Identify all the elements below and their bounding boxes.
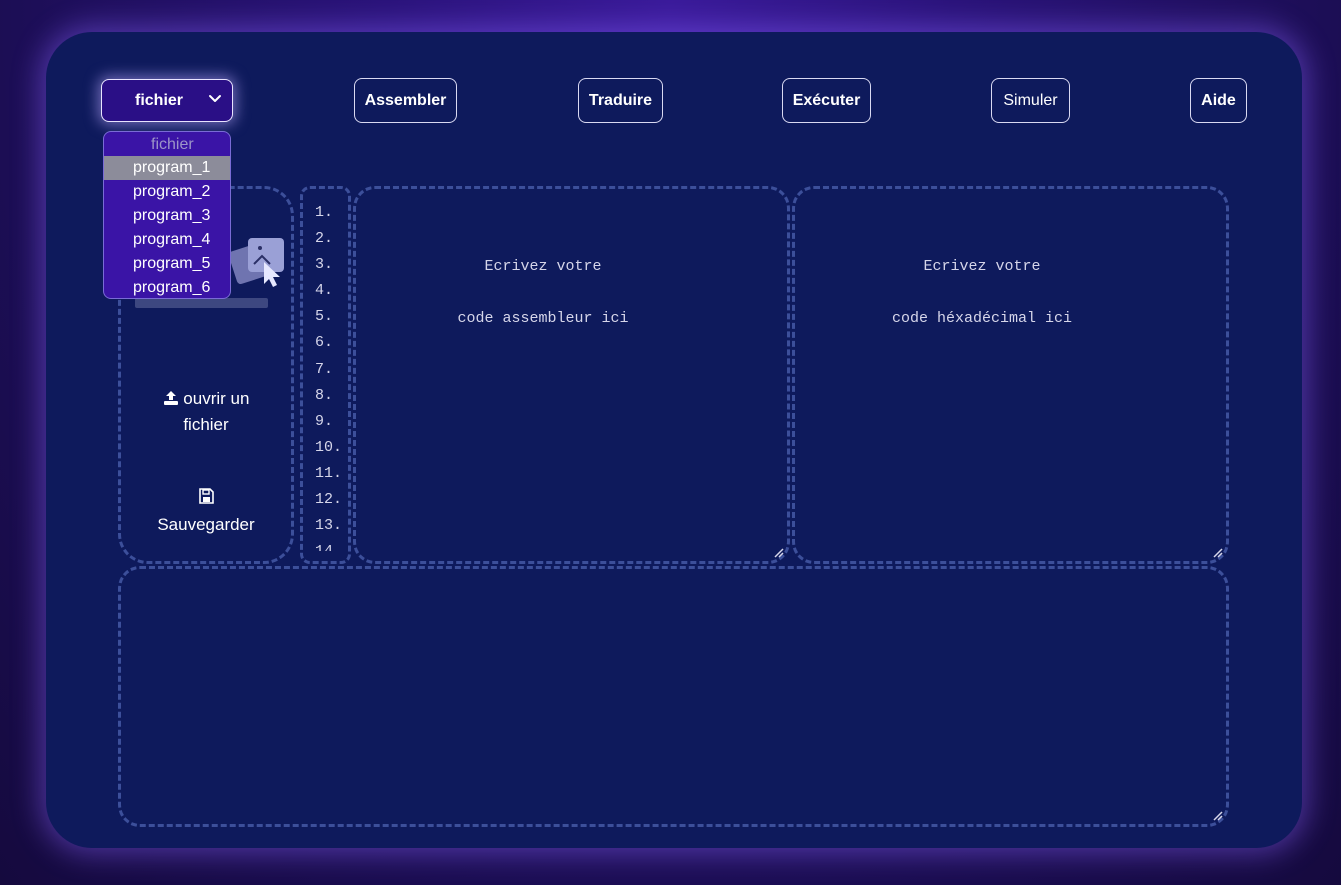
- file-select-value: fichier: [135, 92, 184, 109]
- save-button[interactable]: Sauvegarder: [140, 486, 272, 538]
- upload-icon: [163, 391, 178, 405]
- output-area[interactable]: [118, 566, 1229, 827]
- executer-button[interactable]: Exécuter: [782, 78, 871, 123]
- dropdown-option-program-1[interactable]: program_1: [104, 156, 230, 180]
- save-label: Sauvegarder: [157, 515, 255, 534]
- line-number: 6.: [315, 334, 334, 352]
- traduire-button[interactable]: Traduire: [578, 78, 663, 123]
- assembler-button[interactable]: Assembler: [354, 78, 457, 123]
- line-number: 4.: [315, 282, 334, 300]
- assembly-placeholder: Ecrivez votre code assembleur ici: [353, 228, 733, 358]
- dropdown-option-program-5[interactable]: program_5: [104, 252, 230, 276]
- hex-placeholder-line1: Ecrivez votre: [923, 258, 1041, 275]
- line-numbers: 1. 2. 3. 4. 5. 6. 7. 8. 9. 10. 11. 12. 1…: [315, 200, 355, 551]
- resize-handle-icon[interactable]: [1213, 548, 1223, 558]
- line-number: 3.: [315, 256, 334, 274]
- dropdown-option-program-4[interactable]: program_4: [104, 228, 230, 252]
- file-dropdown-menu: fichier program_1 program_2 program_3 pr…: [103, 131, 231, 299]
- line-number: 2.: [315, 230, 334, 248]
- resize-handle-icon[interactable]: [1213, 811, 1223, 821]
- file-select[interactable]: fichier: [101, 79, 233, 122]
- hex-placeholder-line2: code héxadécimal ici: [891, 310, 1073, 327]
- line-number: 12.: [315, 491, 343, 509]
- dropdown-header: fichier: [151, 136, 194, 153]
- line-number: 1.: [315, 204, 334, 221]
- hex-placeholder: Ecrivez votre code héxadécimal ici: [792, 228, 1172, 358]
- chevron-down-icon: [209, 95, 221, 102]
- resize-handle-icon[interactable]: [774, 548, 784, 558]
- floppy-disk-icon: [199, 488, 214, 504]
- assembly-placeholder-line2: code assembleur ici: [457, 310, 629, 327]
- open-file-label-line2: fichier: [183, 415, 229, 434]
- open-file-button[interactable]: ouvrir un fichier: [140, 386, 272, 438]
- dropdown-option-program-3[interactable]: program_3: [104, 204, 230, 228]
- line-number: 11.: [315, 464, 343, 482]
- dropdown-option-program-2[interactable]: program_2: [104, 180, 230, 204]
- line-number: 5.: [315, 308, 334, 326]
- line-number: 10.: [315, 438, 343, 456]
- line-number: 13.: [315, 517, 343, 535]
- line-number: 7.: [315, 360, 334, 378]
- simuler-button[interactable]: Simuler: [991, 78, 1070, 123]
- line-number: 14.: [315, 539, 355, 551]
- assembly-placeholder-line1: Ecrivez votre: [484, 258, 602, 275]
- line-number: 9.: [315, 412, 334, 430]
- dropdown-option-program-6[interactable]: program_6: [104, 276, 230, 298]
- line-number: 8.: [315, 386, 334, 404]
- aide-button[interactable]: Aide: [1190, 78, 1247, 123]
- open-file-label-line1: ouvrir un: [183, 389, 250, 408]
